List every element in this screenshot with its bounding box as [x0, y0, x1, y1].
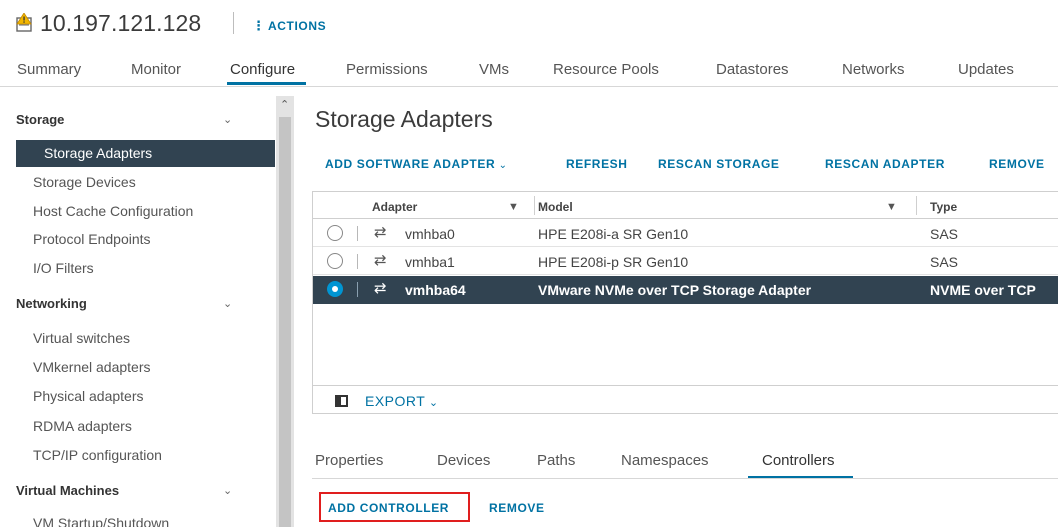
table-row[interactable]: ⇄ vmhba0 HPE E208i-a SR Gen10 SAS: [313, 220, 1058, 247]
chevron-down-icon: ⌄: [425, 397, 439, 409]
cell-type: SAS: [930, 254, 959, 270]
row-divider: [357, 254, 358, 269]
main-tab-bar: Summary Monitor Configure Permissions VM…: [0, 52, 1058, 88]
rescan-adapter-button[interactable]: RESCAN ADAPTER: [825, 157, 945, 171]
host-warning-icon: [16, 13, 32, 32]
table-row[interactable]: ⇄ vmhba1 HPE E208i-p SR Gen10 SAS: [313, 248, 1058, 275]
header-divider: [233, 12, 234, 34]
object-header: 10.197.121.128 ⋮ ACTIONS: [0, 0, 1058, 44]
row-radio-button[interactable]: [327, 253, 343, 269]
scroll-up-icon[interactable]: ⌃: [280, 98, 289, 111]
tab-controllers[interactable]: Controllers: [762, 452, 835, 469]
chevron-down-icon[interactable]: ⌄: [223, 113, 232, 126]
tab-summary[interactable]: Summary: [17, 61, 81, 78]
tab-networks[interactable]: Networks: [842, 61, 905, 78]
chevron-down-icon[interactable]: ⌄: [223, 484, 232, 497]
sidebar-item-host-cache-configuration[interactable]: Host Cache Configuration: [33, 203, 193, 219]
cell-model: HPE E208i-a SR Gen10: [538, 226, 689, 242]
column-divider[interactable]: [916, 196, 917, 215]
sidebar-item-storage-devices[interactable]: Storage Devices: [33, 174, 136, 190]
column-header-adapter[interactable]: Adapter: [372, 200, 417, 214]
remove-adapter-button[interactable]: REMOVE: [989, 157, 1045, 171]
sidebar-item-protocol-endpoints[interactable]: Protocol Endpoints: [33, 231, 151, 247]
sidebar-item-physical-adapters[interactable]: Physical adapters: [33, 388, 144, 404]
filter-icon[interactable]: ▼: [886, 201, 897, 213]
tab-updates[interactable]: Updates: [958, 61, 1014, 78]
refresh-button[interactable]: REFRESH: [566, 157, 628, 171]
tab-resource-pools[interactable]: Resource Pools: [553, 61, 659, 78]
tab-namespaces[interactable]: Namespaces: [621, 452, 709, 469]
tab-datastores[interactable]: Datastores: [716, 61, 789, 78]
rescan-storage-button[interactable]: RESCAN STORAGE: [658, 157, 780, 171]
page-title: Storage Adapters: [315, 106, 493, 132]
subtab-bar-divider: [312, 478, 1058, 479]
storage-adapter-icon: ⇄: [374, 252, 387, 269]
remove-controller-button[interactable]: REMOVE: [489, 501, 545, 515]
host-name: 10.197.121.128: [40, 10, 202, 36]
row-radio-button[interactable]: [327, 225, 343, 241]
table-row-selected[interactable]: ⇄ vmhba64 VMware NVMe over TCP Storage A…: [313, 276, 1058, 304]
cell-model: HPE E208i-p SR Gen10: [538, 254, 689, 270]
cell-adapter: vmhba0: [405, 226, 455, 242]
storage-adapter-icon: ⇄: [374, 280, 387, 297]
cell-adapter: vmhba64: [405, 282, 466, 298]
grid-header: Adapter ▼ Model ▼ Type: [313, 192, 1058, 219]
sidebar-item-virtual-switches[interactable]: Virtual switches: [33, 330, 130, 346]
grid-footer: EXPORT ⌄: [313, 385, 1058, 415]
tab-paths[interactable]: Paths: [537, 452, 575, 469]
tab-properties[interactable]: Properties: [315, 452, 383, 469]
column-header-model[interactable]: Model: [538, 200, 573, 214]
sidebar-item-vm-startup-shutdown[interactable]: VM Startup/Shutdown: [33, 515, 169, 527]
row-divider: [357, 226, 358, 241]
column-toggle-icon[interactable]: [335, 395, 348, 407]
actions-menu-button[interactable]: ⋮ ACTIONS: [252, 18, 326, 34]
sidebar-item-io-filters[interactable]: I/O Filters: [33, 260, 94, 276]
filter-icon[interactable]: ▼: [508, 201, 519, 213]
sidebar-section-virtual-machines[interactable]: Virtual Machines: [16, 483, 119, 498]
sidebar-section-networking[interactable]: Networking: [16, 296, 87, 311]
export-label: EXPORT: [365, 393, 426, 409]
tab-vms[interactable]: VMs: [479, 61, 509, 78]
sidebar-item-label: Storage Adapters: [44, 145, 153, 161]
row-divider: [357, 282, 358, 297]
sidebar-item-tcpip-configuration[interactable]: TCP/IP configuration: [33, 447, 162, 463]
cell-type: SAS: [930, 226, 959, 242]
vertical-ellipsis-icon: ⋮: [252, 18, 265, 33]
column-header-type[interactable]: Type: [930, 200, 957, 214]
tab-devices[interactable]: Devices: [437, 452, 490, 469]
cell-model: VMware NVMe over TCP Storage Adapter: [538, 282, 812, 298]
storage-adapter-icon: ⇄: [374, 224, 387, 241]
actions-label: ACTIONS: [268, 19, 327, 33]
add-controller-button[interactable]: ADD CONTROLLER: [328, 501, 449, 515]
chevron-down-icon[interactable]: ⌄: [223, 297, 232, 310]
cell-adapter: vmhba1: [405, 254, 455, 270]
sidebar-item-vmkernel-adapters[interactable]: VMkernel adapters: [33, 359, 151, 375]
sidebar-item-rdma-adapters[interactable]: RDMA adapters: [33, 418, 132, 434]
active-tab-indicator: [227, 82, 306, 85]
sidebar-scrollbar-thumb[interactable]: [279, 117, 291, 527]
tab-permissions[interactable]: Permissions: [346, 61, 428, 78]
tab-bar-divider: [0, 86, 1058, 87]
add-software-adapter-label: ADD SOFTWARE ADAPTER: [325, 157, 496, 171]
tab-configure[interactable]: Configure: [230, 61, 295, 78]
storage-adapters-grid: Adapter ▼ Model ▼ Type ⇄ vmhba0 HPE E208…: [312, 191, 1058, 414]
column-divider[interactable]: [534, 196, 535, 215]
tab-monitor[interactable]: Monitor: [131, 61, 181, 78]
sidebar-section-storage[interactable]: Storage: [16, 112, 64, 127]
export-button[interactable]: EXPORT ⌄: [365, 393, 439, 409]
chevron-down-icon: ⌄: [495, 160, 508, 171]
row-radio-button[interactable]: [327, 281, 343, 297]
add-software-adapter-button[interactable]: ADD SOFTWARE ADAPTER ⌄: [325, 157, 508, 171]
cell-type: NVME over TCP: [930, 282, 1036, 298]
